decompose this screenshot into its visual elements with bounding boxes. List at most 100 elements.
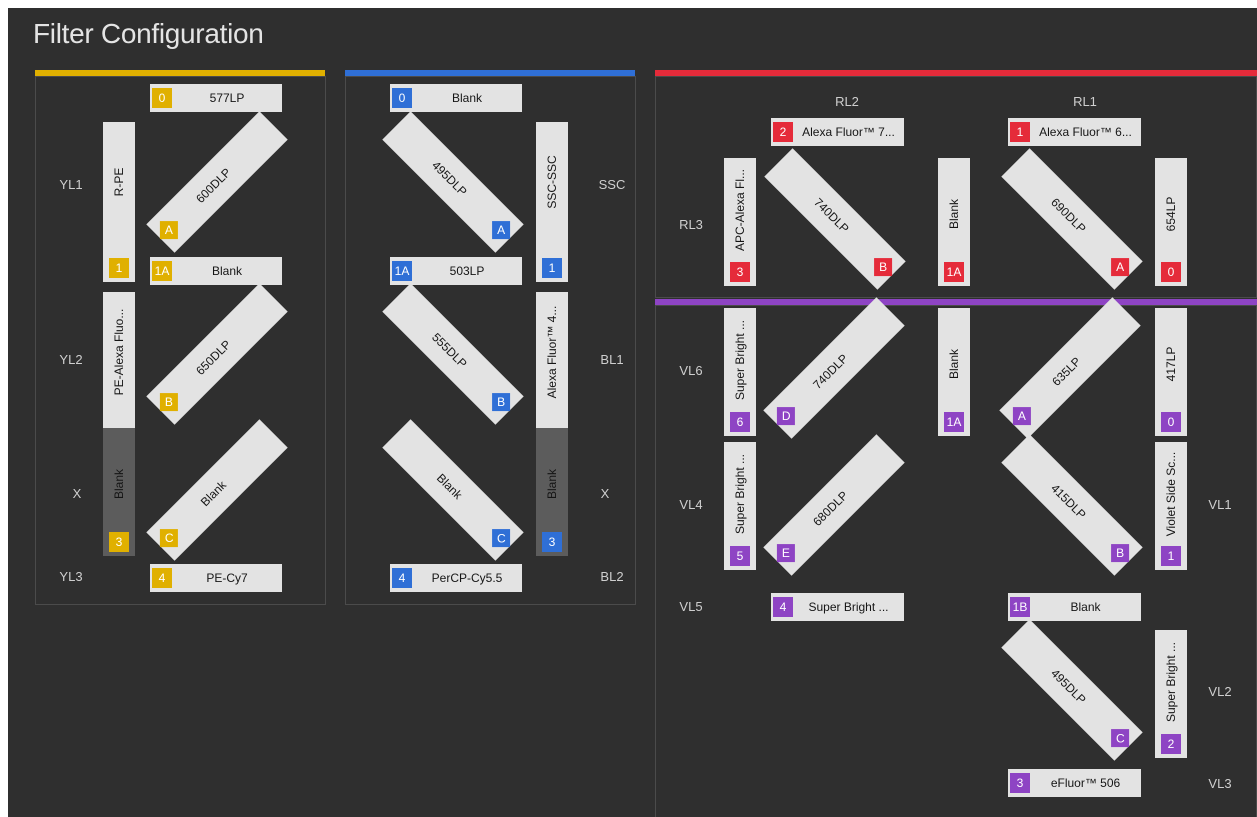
- dichroic-letter: B: [497, 395, 506, 410]
- dichroic-letter: C: [496, 531, 506, 546]
- filter-label: 577LP: [209, 91, 245, 105]
- filter-badge: 0: [152, 88, 172, 108]
- label-vl3: VL3: [1208, 776, 1232, 791]
- vl-filter-4[interactable]: 4 Super Bright ...: [771, 593, 904, 621]
- vl-filter-3[interactable]: 3 eFluor™ 506: [1008, 769, 1141, 797]
- bl-filter-1a[interactable]: 1A 503LP: [390, 257, 522, 285]
- vl-filter-0[interactable]: 417LP 0: [1155, 308, 1187, 436]
- filter-badge: 3: [109, 532, 129, 552]
- bl-filter-4[interactable]: 4 PerCP-Cy5.5: [390, 564, 522, 592]
- vl-filter-1[interactable]: Violet Side Sc... 1: [1155, 442, 1187, 570]
- rl-filter-0[interactable]: 654LP 0: [1155, 158, 1187, 286]
- yl-filter-3[interactable]: Blank 3: [103, 428, 135, 556]
- filter-badge: 4: [392, 568, 412, 588]
- filter-label: Super Bright ...: [808, 600, 889, 614]
- vl-filter-1b[interactable]: 1B Blank: [1008, 593, 1141, 621]
- filter-label: Blank: [1070, 600, 1101, 614]
- filter-label: PE-Alexa Fluo...: [112, 308, 126, 396]
- label-vl2: VL2: [1208, 684, 1232, 699]
- label-rl3: RL3: [679, 217, 703, 232]
- filter-badge: 1A: [392, 261, 412, 281]
- filter-label: Blank: [211, 264, 243, 278]
- vl-filter-1a[interactable]: Blank 1A: [938, 308, 970, 436]
- label-x: X: [72, 486, 82, 501]
- filter-badge: 2: [773, 122, 793, 142]
- yl-filter-4[interactable]: 4 PE-Cy7: [150, 564, 282, 592]
- label-bl1: BL1: [600, 352, 624, 367]
- label-vl1: VL1: [1208, 497, 1232, 512]
- label-ssc: SSC: [598, 177, 626, 192]
- filter-label: R-PE: [112, 167, 126, 197]
- dichroic-letter: A: [1017, 409, 1026, 424]
- label-bl2: BL2: [600, 569, 624, 584]
- label-rl2: RL2: [835, 94, 859, 109]
- label-yl1: YL1: [59, 177, 83, 192]
- vl-filter-5[interactable]: Super Bright ... 5: [724, 442, 756, 570]
- label-rl1: RL1: [1073, 94, 1097, 109]
- bl-filter-1[interactable]: SSC-SSC 1: [536, 122, 568, 282]
- label-yl3: YL3: [59, 569, 83, 584]
- filter-label: Violet Side Sc...: [1164, 451, 1178, 537]
- dichroic-letter: B: [164, 395, 173, 410]
- rl-filter-2[interactable]: 2 Alexa Fluor™ 7...: [771, 118, 904, 146]
- bl-filter-0[interactable]: 0 Blank: [390, 84, 522, 112]
- yl-filter-0[interactable]: 0 577LP: [150, 84, 282, 112]
- label-vl6: VL6: [679, 363, 703, 378]
- filter-label: Alexa Fluor™ 4...: [545, 305, 559, 399]
- filter-label: Blank: [451, 91, 483, 105]
- filter-label: Blank: [545, 468, 559, 500]
- filter-badge: 1: [1010, 122, 1030, 142]
- filter-label: SSC-SSC: [545, 155, 559, 209]
- page-title: Filter Configuration: [33, 18, 264, 49]
- filter-badge: 6: [730, 412, 750, 432]
- filter-label: Blank: [947, 348, 961, 380]
- filter-badge: 0: [392, 88, 412, 108]
- filter-badge: 1: [109, 258, 129, 278]
- vl-filter-6[interactable]: Super Bright ... 6: [724, 308, 756, 436]
- yl-filter-1a[interactable]: 1A Blank: [150, 257, 282, 285]
- dichroic-letter: A: [1116, 260, 1125, 275]
- label-yl2: YL2: [59, 352, 83, 367]
- dichroic-letter: B: [879, 260, 888, 275]
- filter-badge: 0: [1161, 412, 1181, 432]
- dichroic-letter: B: [1116, 546, 1125, 561]
- filter-configuration-screen: Filter Configuration YL1 YL2 X YL3 0 577…: [8, 8, 1257, 817]
- filter-label: Blank: [947, 198, 961, 230]
- yl-filter-1[interactable]: R-PE 1: [103, 122, 135, 282]
- label-vl5: VL5: [679, 599, 703, 614]
- filter-label: 417LP: [1164, 346, 1178, 382]
- label-x: X: [600, 486, 610, 501]
- dichroic-letter: C: [1115, 731, 1125, 746]
- filter-label: Super Bright ...: [733, 453, 747, 535]
- vl-filter-2[interactable]: Super Bright ... 2: [1155, 630, 1187, 758]
- filter-label: Alexa Fluor™ 7...: [802, 125, 895, 139]
- filter-badge: 0: [1161, 262, 1181, 282]
- dichroic-letter: A: [497, 223, 506, 238]
- rl-filter-1a[interactable]: Blank 1A: [938, 158, 970, 286]
- filter-label: Blank: [112, 468, 126, 500]
- filter-badge: 4: [773, 597, 793, 617]
- filter-label: PerCP-Cy5.5: [431, 571, 503, 585]
- filter-label: Super Bright ...: [1164, 641, 1178, 723]
- filter-badge: 1A: [152, 261, 172, 281]
- filter-label: Super Bright ...: [733, 319, 747, 401]
- filter-label: eFluor™ 506: [1050, 776, 1121, 790]
- filter-badge: 1B: [1010, 597, 1030, 617]
- filter-badge: 1A: [944, 412, 964, 432]
- filter-label: 503LP: [449, 264, 485, 278]
- dichroic-letter: E: [781, 546, 790, 561]
- rl-filter-1[interactable]: 1 Alexa Fluor™ 6...: [1008, 118, 1141, 146]
- bl-filter-3[interactable]: Blank 3: [536, 428, 568, 556]
- filter-label: PE-Cy7: [206, 571, 248, 585]
- filter-badge: 4: [152, 568, 172, 588]
- label-vl4: VL4: [679, 497, 703, 512]
- dichroic-letter: A: [164, 223, 173, 238]
- rl-filter-3[interactable]: APC-Alexa Fl... 3: [724, 158, 756, 286]
- filter-badge: 3: [542, 532, 562, 552]
- filter-label: APC-Alexa Fl...: [733, 168, 747, 252]
- filter-badge: 1: [1161, 546, 1181, 566]
- filter-label: 654LP: [1164, 196, 1178, 232]
- filter-badge: 1A: [944, 262, 964, 282]
- filter-badge: 2: [1161, 734, 1181, 754]
- dichroic-letter: C: [164, 531, 174, 546]
